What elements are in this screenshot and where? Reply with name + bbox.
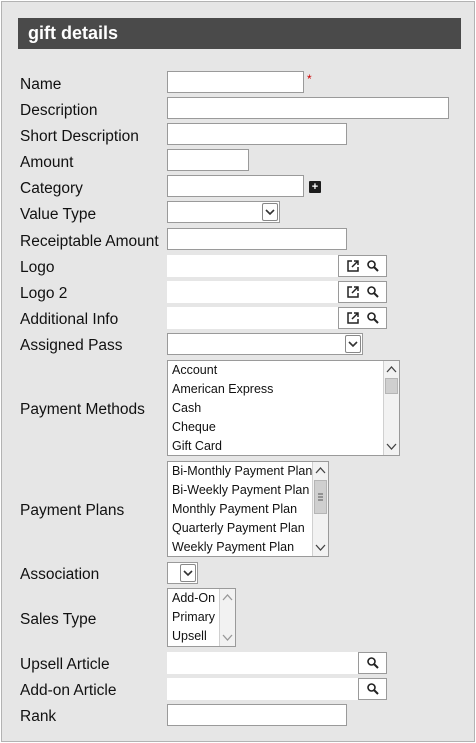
- list-item[interactable]: Monthly Payment Plan: [172, 500, 297, 519]
- upsell-article-field[interactable]: [167, 652, 359, 674]
- scrollbar[interactable]: [312, 462, 328, 556]
- payment-plans-label: Payment Plans: [20, 502, 125, 519]
- list-item[interactable]: Bi-Monthly Payment Plan: [172, 462, 312, 481]
- chevron-up-icon[interactable]: [222, 593, 233, 602]
- magnifier-icon[interactable]: [366, 656, 380, 670]
- list-item[interactable]: Cash: [172, 399, 201, 418]
- gift-details-panel: gift details Name * Description Short De…: [1, 1, 475, 742]
- list-item[interactable]: Add-On: [172, 589, 215, 608]
- magnifier-icon[interactable]: [366, 285, 380, 299]
- logo-field[interactable]: [167, 255, 339, 277]
- short-description-field[interactable]: [167, 123, 347, 145]
- association-select[interactable]: [167, 562, 198, 584]
- chevron-down-icon[interactable]: [345, 335, 361, 353]
- chevron-up-icon[interactable]: [315, 466, 326, 475]
- receiptable-amount-label: Receiptable Amount: [20, 233, 159, 250]
- assigned-pass-select[interactable]: [167, 333, 363, 355]
- amount-field[interactable]: [167, 149, 249, 171]
- upsell-article-picker: [167, 652, 387, 674]
- value-type-select[interactable]: [167, 201, 280, 223]
- chevron-down-icon[interactable]: [222, 633, 233, 642]
- description-field[interactable]: [167, 97, 449, 119]
- chevron-down-icon[interactable]: [180, 564, 196, 582]
- upsell-article-label: Upsell Article: [20, 656, 110, 673]
- association-label: Association: [20, 566, 100, 583]
- list-item[interactable]: American Express: [172, 380, 273, 399]
- payment-plans-listbox[interactable]: Bi-Monthly Payment Plan Bi-Weekly Paymen…: [167, 461, 329, 557]
- magnifier-icon[interactable]: [366, 311, 380, 325]
- list-item[interactable]: Bi-Weekly Payment Plan: [172, 481, 309, 500]
- description-label: Description: [20, 102, 98, 119]
- logo2-picker: [167, 281, 387, 303]
- receiptable-amount-field[interactable]: [167, 228, 347, 250]
- additional-info-label: Additional Info: [20, 311, 119, 328]
- category-label: Category: [20, 180, 83, 197]
- magnifier-icon[interactable]: [366, 259, 380, 273]
- rank-field[interactable]: [167, 704, 347, 726]
- payment-methods-label: Payment Methods: [20, 401, 145, 418]
- list-item[interactable]: Quarterly Payment Plan: [172, 519, 305, 538]
- sales-type-listbox[interactable]: Add-On Primary Upsell: [167, 588, 236, 647]
- scrollbar-thumb[interactable]: [314, 480, 327, 514]
- chevron-down-icon[interactable]: [386, 442, 397, 451]
- list-item[interactable]: Primary: [172, 608, 215, 627]
- amount-label: Amount: [20, 154, 74, 171]
- list-item[interactable]: Weekly Payment Plan: [172, 538, 294, 556]
- logo2-field[interactable]: [167, 281, 339, 303]
- logo-picker: [167, 255, 387, 277]
- list-item[interactable]: Gift Card: [172, 437, 222, 455]
- additional-info-picker: [167, 307, 387, 329]
- panel-header: gift details: [18, 18, 461, 49]
- chevron-down-icon[interactable]: [262, 203, 278, 221]
- external-link-icon[interactable]: [346, 285, 360, 299]
- chevron-down-icon[interactable]: [315, 543, 326, 552]
- scrollbar[interactable]: [383, 361, 399, 455]
- additional-info-field[interactable]: [167, 307, 339, 329]
- assigned-pass-label: Assigned Pass: [20, 337, 123, 354]
- list-item[interactable]: Account: [172, 361, 217, 380]
- addon-article-label: Add-on Article: [20, 682, 117, 699]
- chevron-up-icon[interactable]: [386, 365, 397, 374]
- category-field[interactable]: [167, 175, 304, 197]
- rank-label: Rank: [20, 708, 57, 725]
- external-link-icon[interactable]: [346, 311, 360, 325]
- logo2-label: Logo 2: [20, 285, 68, 302]
- external-link-icon[interactable]: [346, 259, 360, 273]
- addon-article-picker: [167, 678, 387, 700]
- magnifier-icon[interactable]: [366, 682, 380, 696]
- name-field[interactable]: [167, 71, 304, 93]
- scrollbar-thumb[interactable]: [385, 378, 398, 394]
- addon-article-field[interactable]: [167, 678, 359, 700]
- logo-label: Logo: [20, 259, 55, 276]
- scrollbar[interactable]: [219, 589, 235, 646]
- name-label: Name: [20, 76, 62, 93]
- list-item[interactable]: Upsell: [172, 627, 207, 646]
- sales-type-label: Sales Type: [20, 611, 97, 628]
- value-type-label: Value Type: [20, 206, 97, 223]
- short-description-label: Short Description: [20, 128, 139, 145]
- list-item[interactable]: Cheque: [172, 418, 216, 437]
- required-marker: *: [307, 72, 312, 86]
- payment-methods-listbox[interactable]: Account American Express Cash Cheque Gif…: [167, 360, 400, 456]
- plus-square-icon[interactable]: +: [309, 181, 321, 193]
